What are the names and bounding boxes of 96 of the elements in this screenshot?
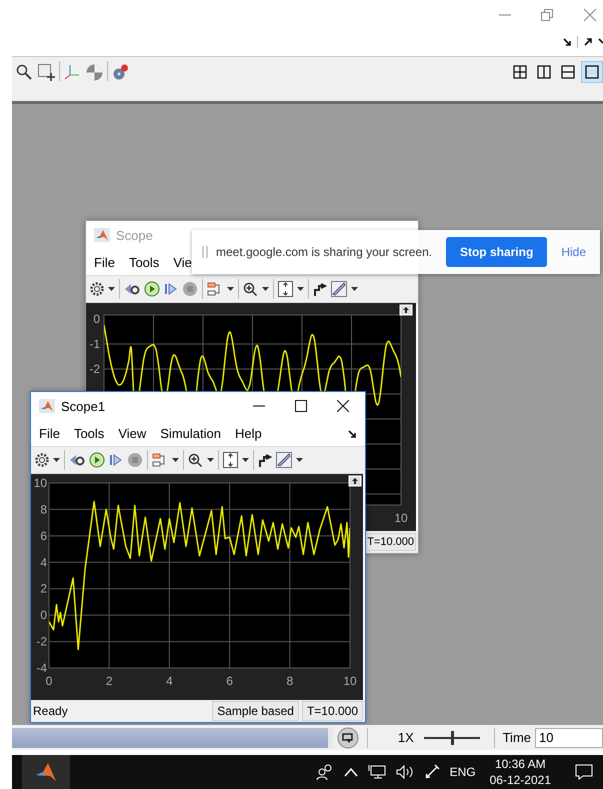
- x-tick-label: 10: [343, 674, 357, 688]
- zoom-in-icon[interactable]: [188, 452, 203, 468]
- taskbar-app[interactable]: [22, 755, 70, 789]
- zoom-in-icon[interactable]: [243, 282, 258, 296]
- x-tick-label: 10: [394, 511, 408, 525]
- y-tick-label: 6: [40, 528, 47, 543]
- y-tick-label: -2: [89, 362, 100, 376]
- caret-icon[interactable]: [242, 458, 249, 462]
- fit-axes-icon[interactable]: [223, 452, 238, 468]
- time-label: Time: [502, 730, 531, 745]
- maximize-icon[interactable]: [295, 400, 307, 412]
- settings-icon[interactable]: [35, 453, 49, 467]
- caret-icon[interactable]: [108, 287, 115, 291]
- caret-icon[interactable]: [351, 287, 358, 291]
- step-back-icon[interactable]: [124, 282, 140, 296]
- clock-date: 06-12-2021: [490, 772, 551, 788]
- stop-sharing-button[interactable]: Stop sharing: [446, 237, 548, 267]
- matlab-logo-icon: [34, 761, 58, 783]
- volume-icon[interactable]: [396, 764, 414, 780]
- caret-icon[interactable]: [207, 458, 214, 462]
- zoom-box-icon[interactable]: [38, 64, 55, 80]
- caret-icon[interactable]: [262, 287, 269, 291]
- x-tick-label: 2: [106, 674, 113, 688]
- layout-button[interactable]: [581, 61, 603, 83]
- speed-slider[interactable]: [424, 730, 480, 744]
- notification-icon[interactable]: [575, 764, 593, 780]
- window-title: Scope: [116, 228, 154, 242]
- matlab-logo-icon: [39, 399, 55, 413]
- network-icon[interactable]: [368, 764, 386, 780]
- x-tick-label: 0: [46, 674, 52, 688]
- status-text: Ready: [33, 704, 69, 718]
- speed-label: 1X: [398, 730, 414, 745]
- caret-icon[interactable]: [53, 458, 60, 462]
- window-title: Scope1: [61, 398, 106, 414]
- search-icon[interactable]: [16, 64, 32, 80]
- menu-item[interactable]: Simulation: [160, 426, 235, 440]
- ruler-icon[interactable]: [331, 281, 347, 297]
- sphere-icon[interactable]: [86, 64, 103, 80]
- caret-icon[interactable]: [296, 458, 303, 462]
- y-tick-label: -1: [89, 337, 100, 351]
- axes-icon[interactable]: [64, 64, 80, 80]
- pen-icon[interactable]: [424, 764, 440, 780]
- status-mode: Sample based: [212, 701, 299, 721]
- menu-item[interactable]: File: [94, 254, 129, 270]
- caret-icon[interactable]: [297, 287, 304, 291]
- step-icon[interactable]: [336, 726, 359, 748]
- clock-time: 10:36 AM: [494, 756, 546, 772]
- slider-thumb[interactable]: [450, 730, 454, 744]
- x-tick-label: 8: [286, 674, 294, 688]
- expand-icon[interactable]: [348, 476, 362, 486]
- y-tick-label: -2: [36, 634, 47, 649]
- step-forward-icon[interactable]: [164, 282, 178, 296]
- hide-link[interactable]: Hide: [555, 245, 592, 259]
- step-forward-icon[interactable]: [109, 453, 123, 467]
- y-tick-label: 0: [93, 312, 100, 326]
- restore-icon[interactable]: [541, 9, 553, 21]
- y-tick-label: 0: [40, 608, 47, 622]
- y-tick-label: 2: [40, 582, 47, 596]
- run-icon[interactable]: [89, 452, 105, 468]
- fit-axes-icon[interactable]: [278, 281, 293, 297]
- menu-item[interactable]: Tools: [74, 426, 118, 440]
- y-tick-label: 4: [40, 555, 47, 570]
- run-icon[interactable]: [144, 281, 160, 297]
- ruler-icon[interactable]: [276, 452, 292, 468]
- share-message: meet.google.com is sharing your screen.: [216, 245, 434, 259]
- y-tick-label: -4: [36, 661, 47, 675]
- trigger-icon[interactable]: [313, 282, 327, 296]
- dock-arrow-icon[interactable]: [348, 430, 357, 439]
- x-tick-label: 6: [226, 674, 233, 688]
- caret-icon[interactable]: [172, 458, 179, 462]
- menu-item[interactable]: File: [39, 426, 74, 440]
- menu-item[interactable]: Help: [234, 426, 276, 440]
- menu-item[interactable]: Tools: [128, 254, 174, 270]
- status-time: T=10.000: [302, 701, 363, 721]
- chevron-up-icon[interactable]: [344, 767, 358, 777]
- y-tick-label: 10: [34, 476, 47, 490]
- x-tick-label: 4: [166, 674, 173, 688]
- language-indicator[interactable]: ENG: [450, 765, 476, 779]
- stop-icon[interactable]: [127, 452, 143, 468]
- menu-item[interactable]: View: [118, 426, 160, 440]
- matlab-logo-icon: [94, 228, 110, 242]
- people-icon[interactable]: [316, 764, 334, 780]
- time-field[interactable]: 10: [535, 728, 603, 748]
- step-back-icon[interactable]: [69, 453, 85, 467]
- caret-icon[interactable]: [227, 287, 234, 291]
- expand-icon[interactable]: [400, 304, 412, 316]
- drag-handle-icon[interactable]: [202, 245, 208, 259]
- stop-icon[interactable]: [182, 281, 198, 297]
- status-time: T=10.000: [365, 533, 416, 551]
- reel-icon[interactable]: [112, 64, 129, 80]
- arrow-down-right-icon[interactable]: [563, 38, 571, 46]
- settings-icon[interactable]: [90, 282, 104, 296]
- close-icon[interactable]: [337, 400, 349, 412]
- arrow-up-right-icon[interactable]: [584, 38, 592, 46]
- y-tick-label: 8: [40, 502, 47, 516]
- trigger-icon[interactable]: [258, 452, 272, 468]
